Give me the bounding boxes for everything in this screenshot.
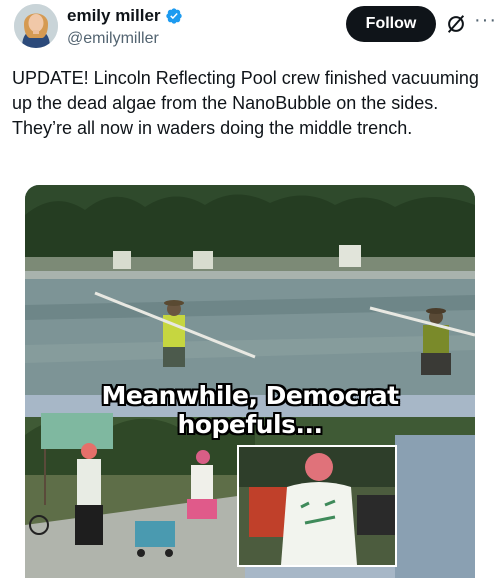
- follow-button[interactable]: Follow: [346, 6, 436, 42]
- display-name[interactable]: emily miller: [67, 6, 161, 26]
- tweet-text: UPDATE! Lincoln Reflecting Pool crew fin…: [12, 68, 479, 138]
- grok-icon[interactable]: [445, 13, 467, 35]
- handle[interactable]: @emilymiller: [67, 30, 159, 48]
- inset-image: [239, 447, 395, 565]
- name-row: emily miller: [67, 6, 183, 26]
- avatar[interactable]: [14, 4, 58, 48]
- media-caption: Meanwhile, Democrat hopefuls...: [101, 381, 399, 439]
- more-options-icon[interactable]: ···: [474, 10, 496, 34]
- avatar-image: [14, 4, 58, 48]
- verified-badge-icon: [165, 8, 182, 24]
- tweet-media[interactable]: Meanwhile, Democrat hopefuls...: [25, 185, 475, 578]
- tweet-header: emily miller @emilymiller Follow ···: [0, 0, 500, 62]
- media-inset-photo: [237, 445, 397, 567]
